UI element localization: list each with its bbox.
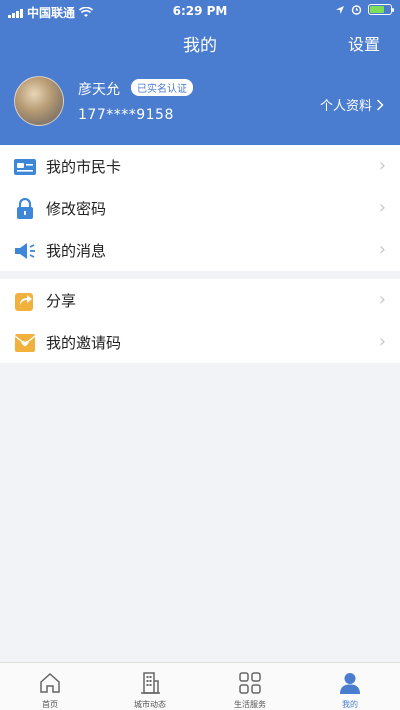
menu-item-label: 我的邀请码 <box>46 334 122 352</box>
menu-item-share[interactable]: 分享 › <box>0 279 400 321</box>
building-icon <box>138 671 162 695</box>
menu-group-secondary: 分享 › 我的邀请码 › <box>0 279 400 363</box>
share-icon <box>14 290 36 312</box>
menu-item-citizen-card[interactable]: 我的市民卡 › <box>0 145 400 187</box>
home-icon <box>38 671 62 695</box>
profile-info-link[interactable]: 个人资料 <box>320 95 384 114</box>
chevron-right-icon: › <box>378 239 386 260</box>
battery-icon <box>368 4 394 15</box>
tab-label: 首页 <box>42 700 58 709</box>
settings-button[interactable]: 设置 <box>348 31 380 55</box>
tab-bar: 首页 城市动态 生活服务 我的 <box>0 662 400 710</box>
card-icon <box>14 156 36 178</box>
page-title: 我的 <box>183 36 217 56</box>
speaker-icon <box>14 240 36 262</box>
user-phone: 177****9158 <box>78 107 174 123</box>
tab-city-news[interactable]: 城市动态 <box>100 663 200 710</box>
tab-home[interactable]: 首页 <box>0 663 100 710</box>
menu-item-label: 修改密码 <box>46 200 107 218</box>
menu-item-label: 我的消息 <box>46 242 107 260</box>
user-icon <box>338 671 362 695</box>
menu-item-change-password[interactable]: 修改密码 › <box>0 187 400 229</box>
chevron-right-icon <box>376 98 384 111</box>
chevron-right-icon: › <box>378 289 386 310</box>
user-name: 彦天允 <box>78 82 120 98</box>
tab-life-services[interactable]: 生活服务 <box>200 663 300 710</box>
nav-bar: 我的 设置 <box>0 28 400 56</box>
tab-label: 我的 <box>342 700 358 709</box>
location-arrow-icon <box>336 5 344 14</box>
profile-info-label: 个人资料 <box>319 99 372 114</box>
verified-badge: 已实名认证 <box>131 79 193 96</box>
status-bar: 中国联通 6:29 PM <box>0 0 400 22</box>
chevron-right-icon: › <box>378 331 386 352</box>
menu-item-label: 分享 <box>46 292 77 310</box>
lock-icon <box>14 198 36 220</box>
invite-envelope-icon <box>14 332 36 354</box>
menu-item-label: 我的市民卡 <box>46 158 122 176</box>
chevron-right-icon: › <box>378 197 386 218</box>
grid-icon <box>238 671 262 695</box>
chevron-right-icon: › <box>378 155 386 176</box>
alarm-icon <box>351 5 362 15</box>
tab-label: 城市动态 <box>134 700 166 709</box>
menu-group-primary: 我的市民卡 › 修改密码 › 我的消息 › <box>0 145 400 271</box>
avatar[interactable] <box>14 76 64 126</box>
tab-label: 生活服务 <box>234 700 266 709</box>
header-area: 中国联通 6:29 PM 我的 设置 彦天允 已实名认证 177****9158… <box>0 0 400 145</box>
menu-item-invite-code[interactable]: 我的邀请码 › <box>0 321 400 363</box>
menu-item-messages[interactable]: 我的消息 › <box>0 229 400 271</box>
tab-mine[interactable]: 我的 <box>300 663 400 710</box>
profile-section[interactable]: 彦天允 已实名认证 177****9158 个人资料 <box>0 72 400 136</box>
